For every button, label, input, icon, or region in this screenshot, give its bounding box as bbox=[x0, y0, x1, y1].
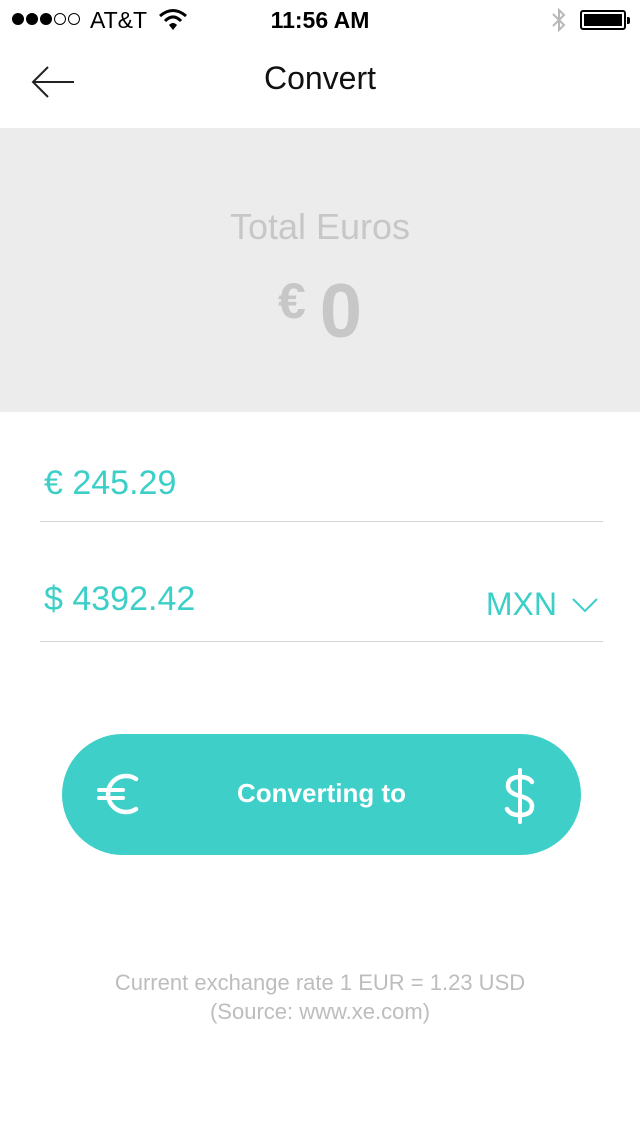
total-currency-symbol: € bbox=[277, 273, 306, 329]
total-value: 0 bbox=[319, 269, 363, 354]
status-bar: AT&T 11:56 AM bbox=[0, 0, 640, 40]
total-label: Total Euros bbox=[229, 206, 411, 247]
dollar-icon bbox=[498, 768, 542, 829]
currency-dropdown[interactable]: MXN bbox=[486, 586, 599, 623]
exchange-rate-source: (Source: www.xe.com) bbox=[209, 999, 431, 1024]
exchange-rate-text: Current exchange rate 1 EUR = 1.23 USD bbox=[114, 970, 526, 995]
dollar-input-value[interactable]: $ 4392.42 bbox=[44, 580, 195, 619]
bluetooth-icon bbox=[550, 7, 568, 38]
battery-icon bbox=[580, 10, 630, 30]
dollar-input-field[interactable]: $ 4392.42 MXN bbox=[40, 566, 603, 642]
navigation-bar: Convert bbox=[0, 40, 640, 128]
exchange-rate-info: Current exchange rate 1 EUR = 1.23 USD (… bbox=[0, 968, 640, 1026]
page-title: Convert bbox=[263, 60, 377, 96]
chevron-down-icon bbox=[572, 597, 598, 612]
currency-dropdown-value: MXN bbox=[485, 586, 557, 622]
euro-input-field[interactable]: € 245.29 bbox=[40, 450, 603, 522]
convert-button[interactable]: Converting to bbox=[62, 734, 581, 855]
total-panel: Total Euros € 0 bbox=[0, 128, 640, 412]
clock: 11:56 AM bbox=[270, 7, 370, 33]
total-amount: € 0 bbox=[0, 268, 640, 355]
euro-input-value[interactable]: € 245.29 bbox=[44, 464, 176, 503]
